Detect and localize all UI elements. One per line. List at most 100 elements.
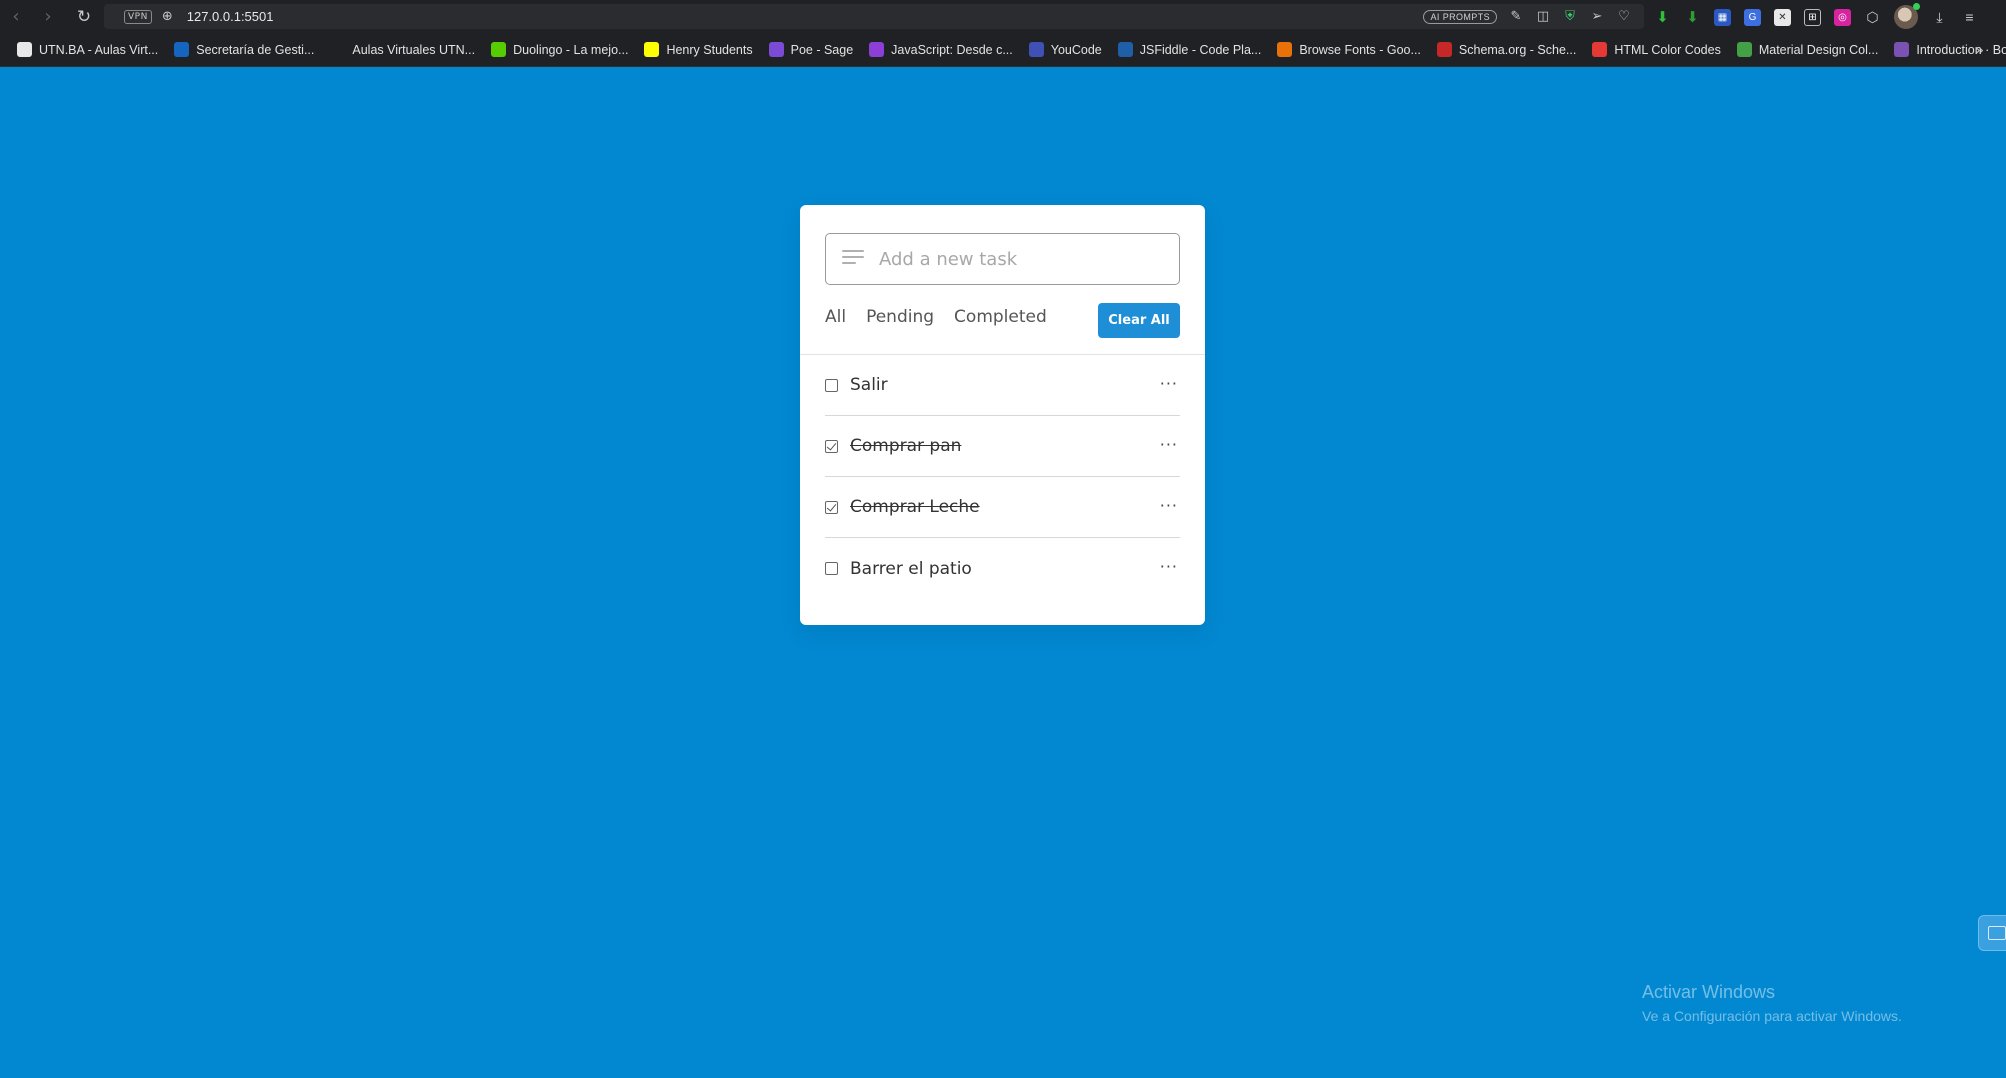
- google-fonts-icon: [1277, 42, 1293, 57]
- bookmark-item[interactable]: Introduction · Boots...: [1889, 42, 2006, 57]
- instagram-icon[interactable]: ◎: [1834, 8, 1851, 26]
- bookmark-label: YouCode: [1050, 42, 1102, 57]
- bookmark-item[interactable]: UTN.BA - Aulas Virt...: [12, 42, 163, 57]
- youcode-icon: [1028, 42, 1044, 57]
- filter-all[interactable]: All: [825, 307, 846, 327]
- bookmark-item[interactable]: HTML Color Codes: [1587, 42, 1726, 57]
- bookmark-item[interactable]: Secretaría de Gesti...: [169, 42, 319, 57]
- filter-pending[interactable]: Pending: [866, 307, 934, 327]
- duolingo-icon: [491, 42, 507, 57]
- text-lines-icon: [842, 250, 864, 268]
- task-text[interactable]: Barrer el patio: [850, 559, 972, 579]
- bookmark-label: UTN.BA - Aulas Virt...: [39, 42, 159, 57]
- task-checkbox[interactable]: [825, 439, 838, 453]
- bookmark-label: Introduction · Boots...: [1916, 42, 2006, 57]
- bookmark-item[interactable]: Poe - Sage: [764, 42, 859, 57]
- bookmarks-bar: UTN.BA - Aulas Virt... Secretaría de Gest…: [0, 33, 2006, 67]
- filter-completed[interactable]: Completed: [954, 307, 1047, 327]
- edit-icon[interactable]: ✎: [1508, 9, 1524, 25]
- address-bar-actions: AI PROMPTS ✎ ◫ ⛨ ➢ ♡: [1423, 4, 1632, 29]
- bookmark-item[interactable]: JSFiddle - Code Pla...: [1113, 42, 1267, 57]
- task-checkbox[interactable]: [825, 378, 838, 392]
- download-green-icon[interactable]: ⬇: [1684, 9, 1701, 26]
- bookmark-item[interactable]: Schema.org - Sche...: [1432, 42, 1581, 57]
- bookmark-label: Aulas Virtuales UTN...: [352, 42, 476, 57]
- screenshot-icon[interactable]: ⊞: [1804, 8, 1821, 26]
- clear-all-button[interactable]: Clear All: [1098, 303, 1180, 338]
- bookmark-label: Material Design Col...: [1758, 42, 1879, 57]
- color-wheel-icon: [1592, 42, 1608, 57]
- schema-icon: [1436, 42, 1452, 57]
- bookmark-label: JavaScript: Desde c...: [891, 42, 1013, 57]
- bookmark-item[interactable]: Henry Students: [639, 42, 757, 57]
- extensions-area: ⬇ ⬇ ▦ G ✕ ⊞ ◎ ⬡ ⤓ ≡: [1654, 3, 1978, 29]
- jsfiddle-icon: [1117, 42, 1133, 57]
- blank-icon: [330, 42, 346, 57]
- todo-card: All Pending Completed Clear All Salir ···…: [800, 205, 1205, 625]
- bookmark-label: Poe - Sage: [790, 42, 854, 57]
- bookmark-item[interactable]: Duolingo - La mejo...: [486, 42, 633, 57]
- globe-icon[interactable]: ⊕: [162, 9, 173, 24]
- send-icon[interactable]: ➢: [1589, 9, 1605, 25]
- heart-icon[interactable]: ♡: [1616, 9, 1632, 25]
- vpn-badge[interactable]: VPN: [124, 9, 152, 24]
- grid-extension-icon[interactable]: ▦: [1714, 8, 1731, 26]
- cube-icon[interactable]: ⬡: [1864, 9, 1881, 26]
- task-menu-icon[interactable]: ···: [1160, 437, 1178, 453]
- bootstrap-icon: [1894, 42, 1910, 57]
- henry-icon: [644, 42, 660, 57]
- bookmark-item[interactable]: Browse Fonts - Goo...: [1272, 42, 1426, 57]
- menu-icon[interactable]: ≡: [1961, 9, 1978, 26]
- task-list: Salir ··· Comprar pan ··· Comprar Leche ··· Ba…: [825, 355, 1180, 599]
- task-checkbox[interactable]: [825, 500, 838, 514]
- task-item[interactable]: Barrer el patio ···: [825, 538, 1180, 599]
- address-bar[interactable]: VPN ⊕ 127.0.0.1:5501 AI PROMPTS ✎ ◫ ⛨ ➢ …: [104, 4, 1644, 29]
- bookmark-label: Henry Students: [666, 42, 753, 57]
- forward-icon[interactable]: ›: [32, 0, 64, 33]
- translate-icon[interactable]: G: [1744, 8, 1761, 26]
- url-text[interactable]: 127.0.0.1:5501: [187, 9, 274, 24]
- downloads-icon[interactable]: ⤓: [1931, 9, 1948, 26]
- ai-prompts-button[interactable]: AI PROMPTS: [1423, 9, 1497, 24]
- task-menu-icon[interactable]: ···: [1160, 376, 1178, 392]
- bookmark-item[interactable]: YouCode: [1024, 42, 1107, 57]
- task-input-wrapper[interactable]: [825, 233, 1180, 285]
- utn-icon: [174, 42, 190, 57]
- material-icon: [1736, 42, 1752, 57]
- bookmark-label: JSFiddle - Code Pla...: [1139, 42, 1262, 57]
- bookmark-label: HTML Color Codes: [1614, 42, 1721, 57]
- profile-avatar[interactable]: [1894, 3, 1920, 29]
- task-menu-icon[interactable]: ···: [1160, 498, 1178, 514]
- document-icon: [17, 42, 32, 57]
- task-text[interactable]: Salir: [850, 375, 888, 395]
- task-text[interactable]: Comprar pan: [850, 436, 961, 456]
- more-bookmarks-icon[interactable]: »: [1975, 41, 1984, 59]
- task-menu-icon[interactable]: ···: [1160, 559, 1178, 575]
- task-checkbox[interactable]: [825, 562, 838, 575]
- task-text[interactable]: Comprar Leche: [850, 497, 980, 517]
- task-item[interactable]: Salir ···: [825, 355, 1180, 416]
- reload-icon[interactable]: ↻: [68, 0, 100, 33]
- task-item[interactable]: Comprar pan ···: [825, 416, 1180, 477]
- shield-icon[interactable]: ⛨: [1562, 9, 1578, 25]
- bookmark-item[interactable]: Aulas Virtuales UTN...: [325, 42, 480, 57]
- windows-activation-watermark: Activar Windows Ve a Configuración para …: [1642, 982, 1902, 1024]
- filters: All Pending Completed: [825, 307, 1047, 327]
- bookmark-item[interactable]: Material Design Col...: [1732, 42, 1884, 57]
- bookmark-label: Secretaría de Gesti...: [196, 42, 315, 57]
- watermark-subtitle: Ve a Configuración para activar Windows.: [1642, 1008, 1902, 1024]
- task-item[interactable]: Comprar Leche ···: [825, 477, 1180, 538]
- poe-icon: [768, 42, 784, 57]
- bookmark-label: Browse Fonts - Goo...: [1299, 42, 1421, 57]
- image-extension-icon[interactable]: ✕: [1774, 8, 1791, 26]
- bookmark-label: Schema.org - Sche...: [1458, 42, 1577, 57]
- side-widget-icon[interactable]: [1978, 915, 2006, 951]
- browser-toolbar: ‹ › ↻ VPN ⊕ 127.0.0.1:5501 AI PROMPTS ✎ …: [0, 0, 2006, 33]
- download-arrow-icon[interactable]: ⬇: [1654, 9, 1671, 26]
- camera-icon[interactable]: ◫: [1535, 9, 1551, 25]
- task-input[interactable]: [826, 234, 1179, 284]
- back-icon[interactable]: ‹: [0, 0, 32, 33]
- udemy-icon: [869, 42, 885, 57]
- bookmark-label: Duolingo - La mejo...: [513, 42, 629, 57]
- bookmark-item[interactable]: JavaScript: Desde c...: [864, 42, 1018, 57]
